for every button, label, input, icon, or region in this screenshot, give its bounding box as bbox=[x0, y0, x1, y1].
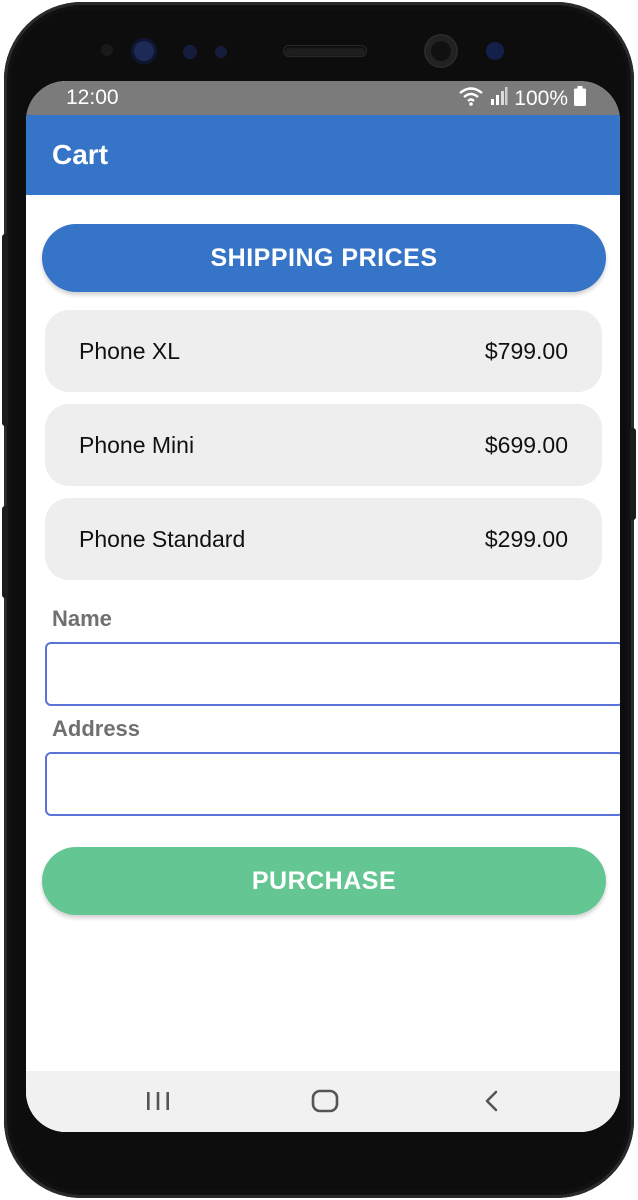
status-time: 12:00 bbox=[66, 86, 119, 109]
name-label: Name bbox=[52, 606, 112, 631]
side-button-left-upper bbox=[2, 234, 8, 426]
shipping-prices-button[interactable]: SHIPPING PRICES bbox=[42, 224, 606, 292]
phone-frame: 12:00 100% Cart SHIPPING PRICES Phone XL… bbox=[2, 2, 636, 1198]
shipping-prices-label: SHIPPING PRICES bbox=[210, 243, 438, 272]
screen: 12:00 100% Cart SHIPPING PRICES Phone XL… bbox=[26, 81, 620, 1132]
cart-item-name: Phone Mini bbox=[79, 432, 195, 458]
light-sensor bbox=[215, 46, 227, 58]
home-icon bbox=[311, 1089, 339, 1118]
side-button-left-lower bbox=[2, 506, 8, 598]
camera-sensor bbox=[486, 42, 504, 60]
cart-item: Phone Mini $699.00 bbox=[45, 404, 602, 486]
cart-item: Phone XL $799.00 bbox=[45, 310, 602, 392]
battery-percent: 100% bbox=[514, 87, 568, 110]
cart-item-price: $799.00 bbox=[484, 338, 568, 364]
earpiece-speaker bbox=[284, 46, 366, 56]
iris-sensor bbox=[131, 38, 157, 64]
cart-item-price: $299.00 bbox=[484, 526, 568, 552]
home-button[interactable] bbox=[295, 1083, 355, 1123]
address-field[interactable] bbox=[45, 752, 620, 816]
address-label: Address bbox=[52, 716, 141, 741]
side-button-right bbox=[630, 428, 636, 520]
purchase-button[interactable]: PURCHASE bbox=[42, 847, 606, 915]
cart-item: Phone Standard $299.00 bbox=[45, 498, 602, 580]
status-icons: 100% bbox=[458, 86, 586, 112]
signal-icon bbox=[490, 86, 508, 112]
purchase-label: PURCHASE bbox=[251, 866, 397, 895]
recents-icon bbox=[145, 1090, 171, 1117]
page-title: Cart bbox=[52, 139, 109, 170]
cart-item-name: Phone XL bbox=[79, 338, 181, 364]
app-bar: Cart bbox=[26, 115, 620, 195]
sensor-dot bbox=[101, 44, 113, 56]
battery-icon bbox=[574, 86, 586, 112]
proximity-sensor bbox=[183, 45, 197, 59]
front-camera bbox=[426, 36, 456, 66]
system-nav-bar bbox=[26, 1071, 620, 1132]
name-field[interactable] bbox=[45, 642, 620, 706]
cart-item-name: Phone Standard bbox=[79, 526, 246, 552]
back-button[interactable] bbox=[462, 1083, 522, 1123]
back-icon bbox=[482, 1089, 502, 1118]
recents-button[interactable] bbox=[128, 1083, 188, 1123]
cart-item-price: $699.00 bbox=[484, 432, 568, 458]
wifi-icon bbox=[458, 86, 484, 112]
status-bar: 12:00 100% bbox=[26, 81, 620, 115]
